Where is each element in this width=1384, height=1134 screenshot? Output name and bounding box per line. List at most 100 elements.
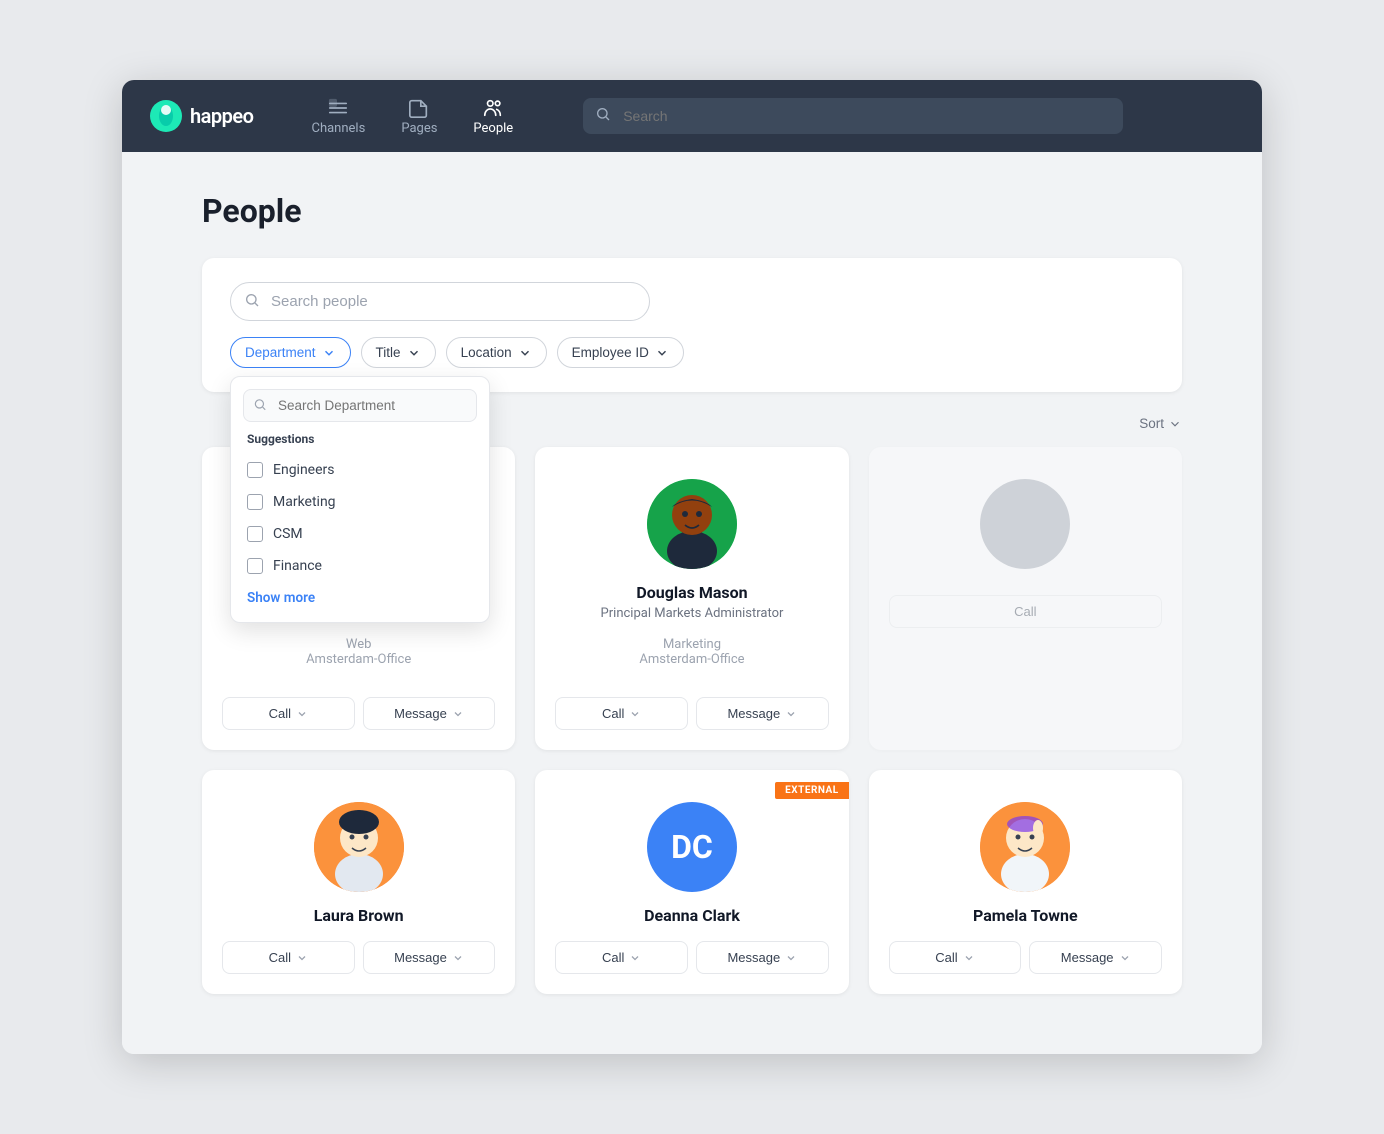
chevron-down-icon: [963, 952, 975, 964]
department-filter-btn[interactable]: Department: [230, 337, 351, 368]
person-dept-molina: Web: [346, 637, 372, 652]
app-window: happeo Channels Pages: [122, 80, 1262, 1054]
person-card-laura: Laura Brown Call Message: [202, 770, 515, 994]
dept-search-wrap: [231, 389, 489, 432]
marketing-checkbox[interactable]: [247, 494, 263, 510]
department-dropdown: Suggestions Engineers Marketing CSM: [230, 376, 490, 623]
chevron-down-icon: [655, 346, 669, 360]
card-actions-deanna: Call Message: [555, 941, 828, 974]
person-name-douglas: Douglas Mason: [636, 583, 747, 602]
person-location-molina: Amsterdam-Office: [306, 652, 411, 667]
call-btn-third[interactable]: Call: [889, 595, 1162, 628]
finance-checkbox[interactable]: [247, 558, 263, 574]
avatar-douglas: [647, 479, 737, 569]
people-icon: [482, 97, 504, 119]
logo-text: happeo: [190, 104, 253, 128]
marketing-label: Marketing: [273, 494, 336, 510]
card-actions-laura: Call Message: [222, 941, 495, 974]
main-content: People Department Title: [122, 152, 1262, 1054]
card-actions-third: Call: [889, 595, 1162, 628]
card-actions-molina: Call Message: [222, 697, 495, 730]
dept-item-finance[interactable]: Finance: [231, 550, 489, 582]
dept-item-marketing[interactable]: Marketing: [231, 486, 489, 518]
person-name-pamela: Pamela Towne: [973, 906, 1078, 925]
chevron-down-icon: [785, 708, 797, 720]
nav-item-channels[interactable]: Channels: [297, 89, 379, 144]
call-btn-deanna[interactable]: Call: [555, 941, 688, 974]
person-card-third: Call: [869, 447, 1182, 750]
nav-item-people[interactable]: People: [459, 89, 527, 144]
avatar-douglas-img: [647, 479, 737, 569]
chevron-down-icon: [629, 952, 641, 964]
people-search-input[interactable]: [230, 282, 650, 321]
sort-button[interactable]: Sort: [1139, 416, 1182, 431]
channels-label: Channels: [311, 121, 365, 136]
chevron-down-icon: [1119, 952, 1131, 964]
person-card-deanna: EXTERNAL DC Deanna Clark Call Message: [535, 770, 848, 994]
avatar-deanna: DC: [647, 802, 737, 892]
sort-label: Sort: [1139, 416, 1164, 431]
chevron-down-icon: [452, 952, 464, 964]
message-btn-douglas[interactable]: Message: [696, 697, 829, 730]
employee-id-filter-label: Employee ID: [572, 345, 649, 360]
person-card-douglas: Douglas Mason Principal Markets Administ…: [535, 447, 848, 750]
csm-label: CSM: [273, 526, 303, 542]
call-btn-laura[interactable]: Call: [222, 941, 355, 974]
person-name-laura: Laura Brown: [314, 906, 404, 925]
pages-label: Pages: [401, 121, 437, 136]
pages-icon: [408, 97, 430, 119]
message-btn-pamela[interactable]: Message: [1029, 941, 1162, 974]
dept-item-engineers[interactable]: Engineers: [231, 454, 489, 486]
title-filter-btn[interactable]: Title: [361, 337, 436, 368]
card-actions-pamela: Call Message: [889, 941, 1162, 974]
call-btn-douglas[interactable]: Call: [555, 697, 688, 730]
dept-search-icon: [253, 396, 267, 415]
page-title: People: [202, 192, 1182, 230]
person-title-douglas: Principal Markets Administrator: [601, 606, 784, 621]
show-more-link[interactable]: Show more: [231, 582, 489, 614]
people-label: People: [473, 121, 513, 136]
search-icon: [595, 106, 611, 126]
avatar-pamela-img: [980, 802, 1070, 892]
employee-id-filter-btn[interactable]: Employee ID: [557, 337, 684, 368]
location-filter-btn[interactable]: Location: [446, 337, 547, 368]
chevron-down-icon: [785, 952, 797, 964]
avatar-third: [980, 479, 1070, 569]
engineers-checkbox[interactable]: [247, 462, 263, 478]
chevron-down-icon: [629, 708, 641, 720]
external-badge-deanna: EXTERNAL: [775, 782, 848, 799]
person-card-pamela: Pamela Towne Call Message: [869, 770, 1182, 994]
search-section: Department Title Location Employee ID: [202, 258, 1182, 392]
chevron-down-icon: [452, 708, 464, 720]
message-btn-molina[interactable]: Message: [363, 697, 496, 730]
people-search-icon: [244, 292, 260, 312]
logo-icon: [150, 100, 182, 132]
avatar-laura-img: [314, 802, 404, 892]
chevron-down-icon: [322, 346, 336, 360]
finance-label: Finance: [273, 558, 322, 574]
dept-search-input[interactable]: [243, 389, 477, 422]
nav-items: Channels Pages People: [297, 89, 527, 144]
message-btn-laura[interactable]: Message: [363, 941, 496, 974]
chevron-down-icon: [518, 346, 532, 360]
avatar-initials-deanna: DC: [671, 828, 713, 866]
sort-chevron-icon: [1168, 417, 1182, 431]
nav-item-pages[interactable]: Pages: [387, 89, 451, 144]
csm-checkbox[interactable]: [247, 526, 263, 542]
suggestions-label: Suggestions: [231, 432, 489, 454]
card-actions-douglas: Call Message: [555, 697, 828, 730]
avatar-pamela: [980, 802, 1070, 892]
channels-icon: [327, 97, 349, 119]
department-filter-label: Department: [245, 345, 316, 360]
person-dept-douglas: Marketing: [663, 637, 721, 652]
title-filter-label: Title: [376, 345, 401, 360]
dept-item-csm[interactable]: CSM: [231, 518, 489, 550]
global-search-input[interactable]: [583, 98, 1123, 134]
message-btn-deanna[interactable]: Message: [696, 941, 829, 974]
engineers-label: Engineers: [273, 462, 335, 478]
avatar-laura: [314, 802, 404, 892]
call-btn-molina[interactable]: Call: [222, 697, 355, 730]
logo[interactable]: happeo: [150, 100, 253, 132]
call-btn-pamela[interactable]: Call: [889, 941, 1022, 974]
filter-row: Department Title Location Employee ID: [230, 337, 1154, 368]
